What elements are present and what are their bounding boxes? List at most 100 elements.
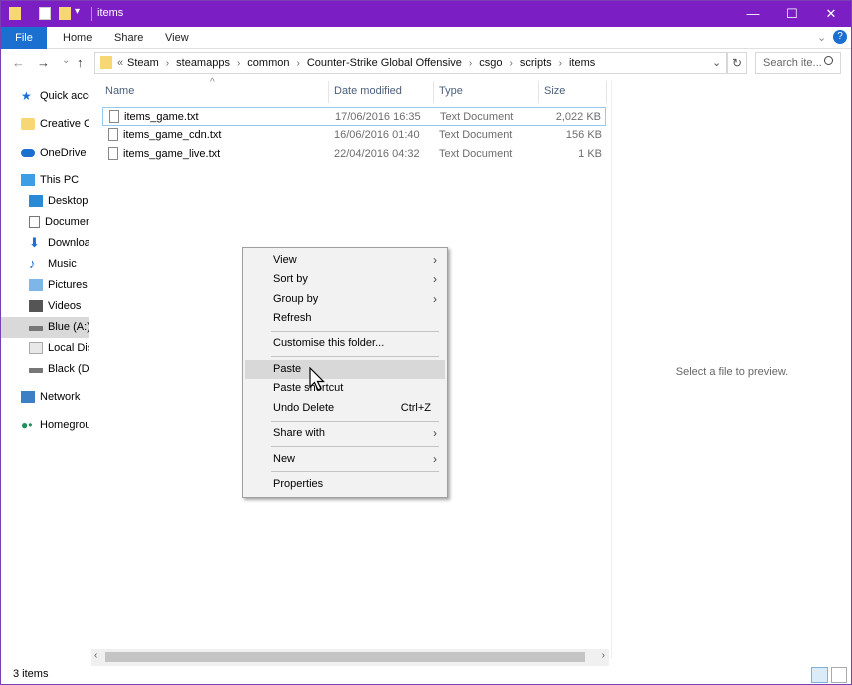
scroll-right-icon[interactable]: ›	[602, 650, 605, 661]
up-button[interactable]: ↑	[77, 55, 84, 70]
title-bar[interactable]: ▾ items — ☐ ✕	[1, 1, 851, 27]
file-name: items_game.txt	[124, 111, 199, 123]
menu-item-customise[interactable]: Customise this folder...	[245, 334, 445, 353]
forward-button[interactable]: →	[37, 55, 50, 70]
details-view-icon[interactable]	[811, 667, 828, 683]
search-icon[interactable]	[824, 56, 833, 65]
sidebar-item-music[interactable]: ♪ Music	[29, 254, 89, 275]
chevron-right-icon[interactable]: ›	[237, 58, 240, 69]
file-row[interactable]: items_game.txt 17/06/2016 16:35 Text Doc…	[102, 107, 606, 126]
chevron-right-icon[interactable]: ›	[559, 58, 562, 69]
column-header-name[interactable]: Name	[105, 85, 134, 97]
breadcrumb-steamapps[interactable]: steamapps	[176, 57, 230, 69]
creative-cloud-icon	[21, 118, 35, 131]
minimize-button[interactable]: —	[733, 1, 773, 27]
menu-separator	[271, 471, 439, 472]
navigation-bar: ← → ⌄ ↑ « Steam › steamapps › common › Counter…	[1, 49, 851, 77]
file-date: 17/06/2016 16:35	[335, 111, 421, 123]
file-row[interactable]: items_game_cdn.txt 16/06/2016 01:40 Text…	[102, 126, 606, 145]
sidebar-item-this-pc[interactable]: This PC	[21, 170, 89, 191]
sidebar-item-downloads[interactable]: ⬇Downloads	[29, 233, 89, 254]
tab-share[interactable]: Share	[114, 27, 143, 49]
document-icon	[29, 216, 40, 229]
maximize-button[interactable]: ☐	[772, 1, 812, 27]
divider	[91, 7, 92, 21]
chevron-right-icon[interactable]: ›	[469, 58, 472, 69]
column-divider[interactable]	[538, 81, 539, 103]
menu-item-new[interactable]: New ›	[245, 450, 445, 469]
breadcrumb-common[interactable]: common	[247, 57, 289, 69]
chevron-right-icon[interactable]: ›	[296, 58, 299, 69]
search-box[interactable]: Search ite...	[755, 52, 841, 74]
file-row[interactable]: items_game_live.txt 22/04/2016 04:32 Tex…	[102, 145, 606, 164]
scrollbar-thumb[interactable]	[105, 652, 585, 662]
breadcrumb-steam[interactable]: Steam	[127, 57, 159, 69]
column-divider[interactable]	[433, 81, 434, 103]
breadcrumb-overflow[interactable]: «	[117, 57, 123, 69]
menu-item-undo-delete[interactable]: Undo Delete Ctrl+Z	[245, 399, 445, 418]
sidebar-item-blue-drive[interactable]: Blue (A:)	[1, 317, 89, 338]
chevron-right-icon: ›	[433, 452, 437, 466]
breadcrumb-items[interactable]: items	[569, 57, 595, 69]
breadcrumb-scripts[interactable]: scripts	[520, 57, 552, 69]
large-icons-view-icon[interactable]	[831, 667, 847, 683]
folder-icon	[9, 7, 21, 20]
search-input[interactable]: Search ite...	[763, 57, 822, 69]
sidebar-item-creative-cloud[interactable]: Creative Cloud Files	[21, 114, 89, 135]
sidebar-item-black-drive[interactable]: Black (D:)	[29, 359, 89, 380]
chevron-right-icon[interactable]: ›	[166, 58, 169, 69]
help-icon[interactable]: ?	[833, 30, 847, 44]
menu-item-refresh[interactable]: Refresh	[245, 309, 445, 328]
sidebar-item-homegroup[interactable]: ●•Homegroup	[21, 415, 89, 436]
menu-item-share-with[interactable]: Share with ›	[245, 424, 445, 443]
menu-separator	[271, 356, 439, 357]
column-header-type[interactable]: Type	[439, 85, 463, 97]
breadcrumb-csgo-root[interactable]: Counter-Strike Global Offensive	[307, 57, 462, 69]
tab-view[interactable]: View	[165, 27, 189, 49]
back-button[interactable]: ←	[12, 55, 25, 70]
picture-icon	[29, 279, 43, 292]
menu-item-properties[interactable]: Properties	[245, 475, 445, 494]
menu-item-paste-shortcut[interactable]: Paste shortcut	[245, 379, 445, 398]
menu-item-view[interactable]: View ›	[245, 251, 445, 270]
sidebar-item-onedrive[interactable]: OneDrive	[21, 143, 89, 164]
menu-item-paste[interactable]: Paste	[245, 360, 445, 379]
sidebar-item-documents[interactable]: Documents	[29, 212, 89, 233]
ribbon-expand-icon[interactable]: ⌄	[817, 27, 826, 49]
drive-icon	[29, 321, 43, 333]
menu-item-sort-by[interactable]: Sort by ›	[245, 270, 445, 289]
address-dropdown-icon[interactable]: ⌄	[712, 56, 721, 69]
column-divider[interactable]	[328, 81, 329, 103]
horizontal-scrollbar[interactable]: ‹ ›	[91, 649, 609, 666]
menu-item-group-by[interactable]: Group by ›	[245, 290, 445, 309]
chevron-right-icon[interactable]: ›	[510, 58, 513, 69]
tab-file[interactable]: File	[1, 27, 47, 49]
navigation-pane: ★Quick access Creative Cloud Files OneDr…	[1, 79, 89, 659]
properties-icon[interactable]	[39, 7, 51, 20]
column-header-date[interactable]: Date modified	[334, 85, 402, 97]
sidebar-item-pictures[interactable]: Pictures	[29, 275, 89, 296]
new-folder-icon[interactable]	[59, 7, 71, 20]
scroll-left-icon[interactable]: ‹	[94, 650, 97, 661]
sidebar-item-videos[interactable]: Videos	[29, 296, 89, 317]
sidebar-item-local-disk[interactable]: Local Disk	[29, 338, 89, 359]
recent-locations-button[interactable]: ⌄	[62, 55, 70, 66]
preview-message: Select a file to preview.	[675, 366, 789, 378]
column-divider[interactable]	[606, 81, 607, 103]
breadcrumb-csgo[interactable]: csgo	[479, 57, 502, 69]
tab-home[interactable]: Home	[63, 27, 92, 49]
column-header-size[interactable]: Size	[544, 85, 565, 97]
sidebar-item-desktop[interactable]: Desktop	[29, 191, 89, 212]
star-icon: ★	[21, 89, 32, 104]
text-file-icon	[108, 128, 118, 141]
menu-separator	[271, 446, 439, 447]
sidebar-item-network[interactable]: Network	[21, 387, 89, 408]
refresh-button[interactable]: ↻	[727, 52, 747, 74]
preview-pane: Select a file to preview.	[611, 81, 851, 659]
close-button[interactable]: ✕	[811, 1, 851, 27]
address-bar[interactable]: « Steam › steamapps › common › Counter-Strike …	[94, 52, 727, 74]
sidebar-item-quick-access[interactable]: ★Quick access	[21, 86, 89, 107]
customize-toolbar-icon[interactable]: ▾	[75, 6, 80, 17]
network-icon	[21, 391, 35, 404]
file-type: Text Document	[440, 111, 514, 123]
